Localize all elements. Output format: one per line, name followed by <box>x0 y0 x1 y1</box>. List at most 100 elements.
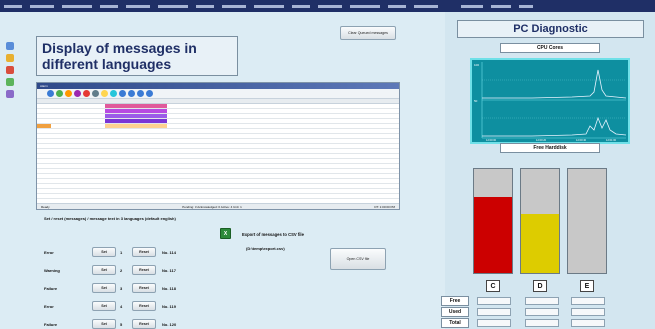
menu-item[interactable] <box>196 4 214 8</box>
table-cell <box>105 154 167 158</box>
clear-queued-button[interactable]: Clear Queued messages <box>340 26 396 40</box>
last-page-icon[interactable] <box>146 90 153 97</box>
menu-item[interactable] <box>388 4 406 8</box>
message-window: Alarm Ready Pending: 3 Acknowledged: 0 A… <box>36 82 400 210</box>
lock-icon[interactable] <box>101 90 108 97</box>
table-cell <box>167 169 211 173</box>
table-cell <box>167 154 211 158</box>
table-cell <box>75 154 105 158</box>
drive-label: C <box>486 280 500 292</box>
folder-icon[interactable] <box>6 54 14 62</box>
table-cell <box>211 119 261 123</box>
set-button[interactable]: Set <box>92 247 116 257</box>
message-type: Warning <box>44 267 60 273</box>
next-page-icon[interactable] <box>137 90 144 97</box>
set-button[interactable]: Set <box>92 319 116 329</box>
table-cell <box>37 114 51 118</box>
table-cell <box>75 144 105 148</box>
open-csv-button[interactable]: Open CSV file <box>330 248 386 270</box>
reset-button[interactable]: Reset <box>132 283 156 293</box>
table-cell <box>211 164 261 168</box>
print-icon[interactable] <box>92 90 99 97</box>
message-no: No. 118 <box>162 285 177 291</box>
menu-item[interactable] <box>414 4 438 8</box>
table-cell <box>261 159 301 163</box>
menu-item[interactable] <box>461 4 483 8</box>
set-button[interactable]: Set <box>92 283 116 293</box>
table-cell <box>51 104 75 108</box>
page-title: Display of messages in different languag… <box>36 36 238 76</box>
export-path: (D:\temp\export.csv) <box>246 246 285 251</box>
menu-item[interactable] <box>491 4 511 8</box>
table-cell <box>37 179 51 183</box>
table-cell <box>51 149 75 153</box>
menu-item[interactable] <box>158 4 188 8</box>
table-cell <box>211 159 261 163</box>
table-cell <box>211 189 261 193</box>
table-cell <box>37 124 51 128</box>
table-cell <box>75 184 105 188</box>
disk-bar-e <box>567 168 607 274</box>
table-cell <box>261 134 301 138</box>
delete-icon[interactable] <box>83 90 90 97</box>
menu-item[interactable] <box>100 4 118 8</box>
table-cell <box>211 169 261 173</box>
home-icon[interactable] <box>6 42 14 50</box>
reset-button[interactable]: Reset <box>132 319 156 329</box>
stat-value <box>571 319 605 327</box>
table-cell <box>105 189 167 193</box>
svg-text:50: 50 <box>474 99 478 103</box>
menu-item[interactable] <box>350 4 380 8</box>
reset-button[interactable]: Reset <box>132 265 156 275</box>
table-cell <box>105 184 167 188</box>
table-cell <box>75 124 105 128</box>
table-cell <box>75 119 105 123</box>
excel-icon[interactable]: X <box>220 228 231 239</box>
alarm-icon[interactable] <box>6 66 14 74</box>
table-cell <box>105 159 167 163</box>
chart-icon[interactable] <box>6 78 14 86</box>
table-cell <box>51 194 75 198</box>
settings-icon[interactable] <box>6 90 14 98</box>
export-icon[interactable] <box>110 90 117 97</box>
menu-item[interactable] <box>222 4 246 8</box>
table-cell <box>167 149 211 153</box>
menu-item[interactable] <box>254 4 284 8</box>
table-cell <box>105 134 167 138</box>
table-cell <box>211 184 261 188</box>
reset-button[interactable]: Reset <box>132 301 156 311</box>
table-cell <box>211 194 261 198</box>
set-button[interactable]: Set <box>92 265 116 275</box>
sort-icon[interactable] <box>74 90 81 97</box>
menu-item[interactable] <box>30 4 54 8</box>
table-cell <box>51 109 75 113</box>
prev-page-icon[interactable] <box>128 90 135 97</box>
filter-icon[interactable] <box>65 90 72 97</box>
first-page-icon[interactable] <box>119 90 126 97</box>
table-cell <box>37 149 51 153</box>
menu-item[interactable] <box>62 4 92 8</box>
message-type: Error <box>44 303 54 309</box>
table-cell <box>261 124 301 128</box>
table-cell <box>105 104 167 108</box>
table-cell <box>211 134 261 138</box>
refresh-icon[interactable] <box>47 90 54 97</box>
disk-bar-c <box>473 168 513 274</box>
table-cell <box>211 149 261 153</box>
reset-button[interactable]: Reset <box>132 247 156 257</box>
message-type: Error <box>44 249 54 255</box>
message-no: No. 114 <box>162 249 177 255</box>
table-cell <box>167 159 211 163</box>
stat-value <box>525 308 559 316</box>
table-cell <box>37 139 51 143</box>
message-number: 3 <box>120 285 123 291</box>
menu-item[interactable] <box>126 4 150 8</box>
table-cell <box>75 104 105 108</box>
stat-value <box>571 308 605 316</box>
menu-item[interactable] <box>318 4 342 8</box>
menu-item[interactable] <box>519 4 533 8</box>
menu-item[interactable] <box>4 4 22 8</box>
set-button[interactable]: Set <box>92 301 116 311</box>
menu-item[interactable] <box>292 4 310 8</box>
acknowledge-icon[interactable] <box>56 90 63 97</box>
